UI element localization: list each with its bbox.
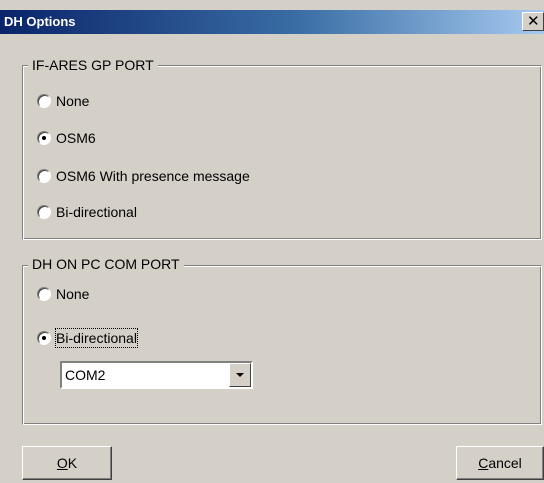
close-button[interactable]: ✕ xyxy=(522,12,544,31)
radio-label: Bi-directional xyxy=(56,204,137,220)
chevron-down-icon xyxy=(236,373,244,377)
ok-button-label: OK xyxy=(57,455,77,471)
radio-button[interactable] xyxy=(37,205,51,219)
cancel-button[interactable]: Cancel xyxy=(456,446,544,480)
radio-label: None xyxy=(56,286,90,302)
if-ares-gp-port-legend: IF-ARES GP PORT xyxy=(28,57,158,73)
title-bar[interactable]: DH Options ✕ xyxy=(0,10,544,34)
com-port-select-value: COM2 xyxy=(65,367,106,383)
radio-selected-dot xyxy=(42,136,46,140)
radio-button[interactable] xyxy=(37,287,51,301)
cancel-label-rest: ancel xyxy=(488,455,522,471)
dropdown-button[interactable] xyxy=(229,363,251,387)
radio-button[interactable] xyxy=(37,169,51,183)
radio-label: None xyxy=(56,93,90,109)
radio-button[interactable] xyxy=(37,94,51,108)
close-icon: ✕ xyxy=(527,12,540,30)
ok-label-rest: K xyxy=(67,455,78,471)
cancel-button-label: Cancel xyxy=(478,455,522,471)
ok-mnemonic: O xyxy=(56,455,68,471)
cancel-mnemonic: C xyxy=(478,455,489,471)
com-port-select[interactable]: COM2 xyxy=(60,361,253,389)
radio-label: OSM6 xyxy=(56,130,96,146)
radio-label: Bi-directional xyxy=(55,328,138,348)
radio-button-selected[interactable] xyxy=(37,331,51,345)
ok-button[interactable]: OK xyxy=(22,446,112,480)
dh-options-dialog: DH Options ✕ IF-ARES GP PORT None OSM6 O… xyxy=(0,0,544,483)
radio-selected-dot xyxy=(42,336,46,340)
radio-label: OSM6 With presence message xyxy=(56,168,250,184)
window-title: DH Options xyxy=(4,14,76,29)
radio-button-selected[interactable] xyxy=(37,131,51,145)
dh-on-pc-com-port-legend: DH ON PC COM PORT xyxy=(28,256,184,272)
